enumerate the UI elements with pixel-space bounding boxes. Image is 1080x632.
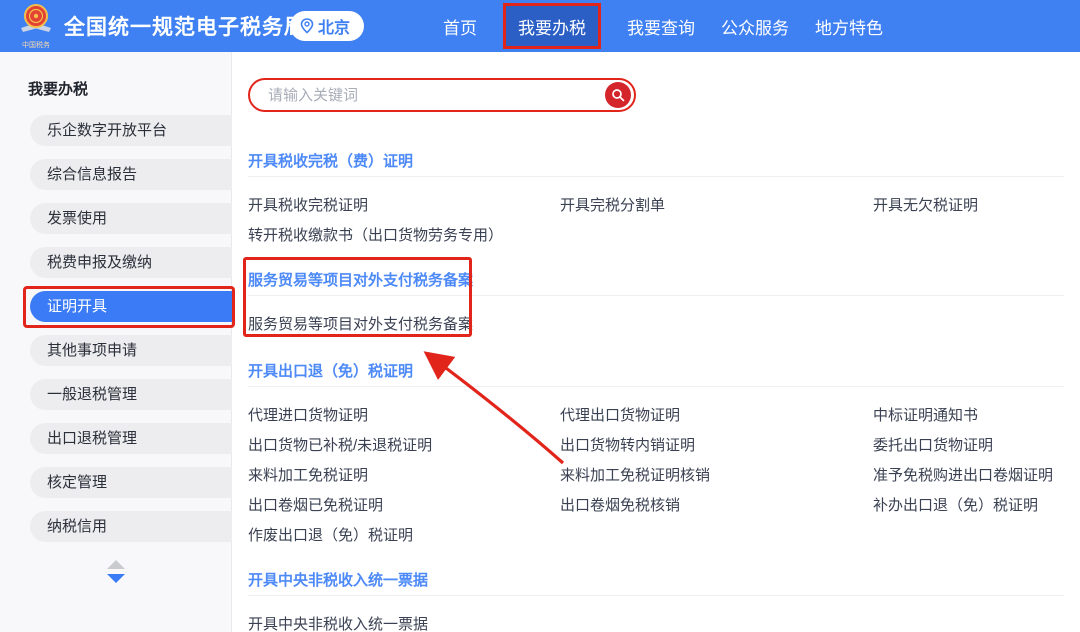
service-row: 代理进口货物证明代理出口货物证明中标证明通知书	[248, 399, 1064, 429]
service-link[interactable]: 出口卷烟已免税证明	[248, 494, 560, 515]
service-link[interactable]: 来料加工免税证明	[248, 464, 560, 485]
service-sections: 开具税收完税（费）证明开具税收完税证明开具完税分割单开具无欠税证明转开税收缴款书…	[248, 150, 1064, 632]
service-link[interactable]: 补办出口退（免）税证明	[873, 494, 1064, 515]
service-section-1: 服务贸易等项目对外支付税务备案服务贸易等项目对外支付税务备案	[248, 269, 1064, 338]
nav-item-2[interactable]: 我要查询	[627, 14, 695, 39]
sidebar: 我要办税 乐企数字开放平台综合信息报告发票使用税费申报及缴纳证明开具其他事项申请…	[0, 52, 232, 632]
service-section-3: 开具中央非税收入统一票据开具中央非税收入统一票据	[248, 569, 1064, 632]
search-bar	[248, 78, 636, 112]
nav-item-3[interactable]: 公众服务	[721, 14, 789, 39]
service-link[interactable]: 中标证明通知书	[873, 404, 1064, 425]
service-link[interactable]: 开具完税分割单	[560, 194, 873, 215]
service-link[interactable]: 服务贸易等项目对外支付税务备案	[248, 313, 560, 334]
page: 中国税务 全国统一规范电子税务局 北京 首页我要办税我要查询公众服务地方特色 我…	[0, 0, 1080, 632]
expand-down-arrow-icon[interactable]	[107, 574, 125, 583]
service-section-0: 开具税收完税（费）证明开具税收完税证明开具完税分割单开具无欠税证明转开税收缴款书…	[248, 150, 1064, 249]
section-rows: 代理进口货物证明代理出口货物证明中标证明通知书出口货物已补税/未退税证明出口货物…	[248, 387, 1064, 549]
service-link[interactable]: 出口卷烟免税核销	[560, 494, 873, 515]
service-section-2: 开具出口退（免）税证明代理进口货物证明代理出口货物证明中标证明通知书出口货物已补…	[248, 360, 1064, 549]
section-rows: 服务贸易等项目对外支付税务备案	[248, 296, 1064, 338]
service-row: 来料加工免税证明来料加工免税证明核销准予免税购进出口卷烟证明	[248, 459, 1064, 489]
sidebar-title: 我要办税	[28, 78, 231, 99]
section-title[interactable]: 开具税收完税（费）证明	[248, 150, 1064, 170]
service-link[interactable]: 出口货物转内销证明	[560, 434, 873, 455]
section-rows: 开具税收完税证明开具完税分割单开具无欠税证明转开税收缴款书（出口货物劳务专用）	[248, 177, 1064, 249]
sidebar-item-1[interactable]: 综合信息报告	[30, 159, 232, 190]
service-row: 服务贸易等项目对外支付税务备案	[248, 308, 1064, 338]
service-link[interactable]: 转开税收缴款书（出口货物劳务专用）	[248, 224, 560, 245]
tax-emblem-icon	[16, 3, 56, 37]
nav-item-0[interactable]: 首页	[443, 14, 477, 39]
service-row: 出口卷烟已免税证明出口卷烟免税核销补办出口退（免）税证明	[248, 489, 1064, 519]
service-row: 出口货物已补税/未退税证明出口货物转内销证明委托出口货物证明	[248, 429, 1064, 459]
sidebar-item-8[interactable]: 核定管理	[30, 467, 232, 498]
china-tax-logo: 中国税务	[12, 3, 60, 49]
service-link[interactable]: 准予免税购进出口卷烟证明	[873, 464, 1064, 485]
section-rows: 开具中央非税收入统一票据	[248, 596, 1064, 632]
section-title[interactable]: 开具出口退（免）税证明	[248, 360, 1064, 380]
sidebar-item-2[interactable]: 发票使用	[30, 203, 232, 234]
sidebar-item-0[interactable]: 乐企数字开放平台	[30, 115, 232, 146]
location-pill[interactable]: 北京	[290, 11, 364, 41]
service-link[interactable]: 出口货物已补税/未退税证明	[248, 434, 560, 455]
search-input[interactable]	[268, 82, 598, 108]
sidebar-item-7[interactable]: 出口退税管理	[30, 423, 232, 454]
sidebar-item-9[interactable]: 纳税信用	[30, 511, 232, 542]
service-link[interactable]: 来料加工免税证明核销	[560, 464, 873, 485]
logo-caption: 中国税务	[12, 42, 60, 49]
service-row: 开具税收完税证明开具完税分割单开具无欠税证明	[248, 189, 1064, 219]
nav-item-4[interactable]: 地方特色	[815, 14, 883, 39]
service-link[interactable]: 作废出口退（免）税证明	[248, 524, 560, 545]
service-row: 开具中央非税收入统一票据	[248, 608, 1064, 632]
service-link[interactable]: 委托出口货物证明	[873, 434, 1064, 455]
sidebar-item-5[interactable]: 其他事项申请	[30, 335, 232, 366]
section-title[interactable]: 服务贸易等项目对外支付税务备案	[248, 269, 1064, 289]
sidebar-pager	[0, 560, 231, 583]
sidebar-item-3[interactable]: 税费申报及缴纳	[30, 247, 232, 278]
nav-item-1-active[interactable]: 我要办税	[503, 3, 601, 49]
collapse-up-arrow-icon[interactable]	[107, 560, 125, 569]
service-row: 作废出口退（免）税证明	[248, 519, 1064, 549]
main-content: 开具税收完税（费）证明开具税收完税证明开具完税分割单开具无欠税证明转开税收缴款书…	[248, 52, 1064, 632]
location-pin-icon	[300, 18, 314, 34]
location-label: 北京	[318, 14, 350, 38]
top-nav: 首页 我要办税 我要查询 公众服务 地方特色	[443, 0, 883, 52]
service-row: 转开税收缴款书（出口货物劳务专用）	[248, 219, 1064, 249]
section-title[interactable]: 开具中央非税收入统一票据	[248, 569, 1064, 589]
service-link[interactable]: 代理出口货物证明	[560, 404, 873, 425]
top-header: 中国税务 全国统一规范电子税务局 北京 首页 我要办税 我要查询 公众服务 地方特色	[0, 0, 1080, 52]
search-icon	[611, 88, 625, 102]
sidebar-item-4-selected[interactable]: 证明开具	[30, 291, 232, 322]
service-link[interactable]: 代理进口货物证明	[248, 404, 560, 425]
app-title: 全国统一规范电子税务局	[64, 0, 306, 52]
search-button[interactable]	[605, 82, 631, 108]
service-link[interactable]: 开具税收完税证明	[248, 194, 560, 215]
sidebar-item-6[interactable]: 一般退税管理	[30, 379, 232, 410]
service-link[interactable]: 开具中央非税收入统一票据	[248, 613, 560, 632]
service-link[interactable]: 开具无欠税证明	[873, 194, 1064, 215]
sidebar-items: 乐企数字开放平台综合信息报告发票使用税费申报及缴纳证明开具其他事项申请一般退税管…	[0, 115, 231, 542]
